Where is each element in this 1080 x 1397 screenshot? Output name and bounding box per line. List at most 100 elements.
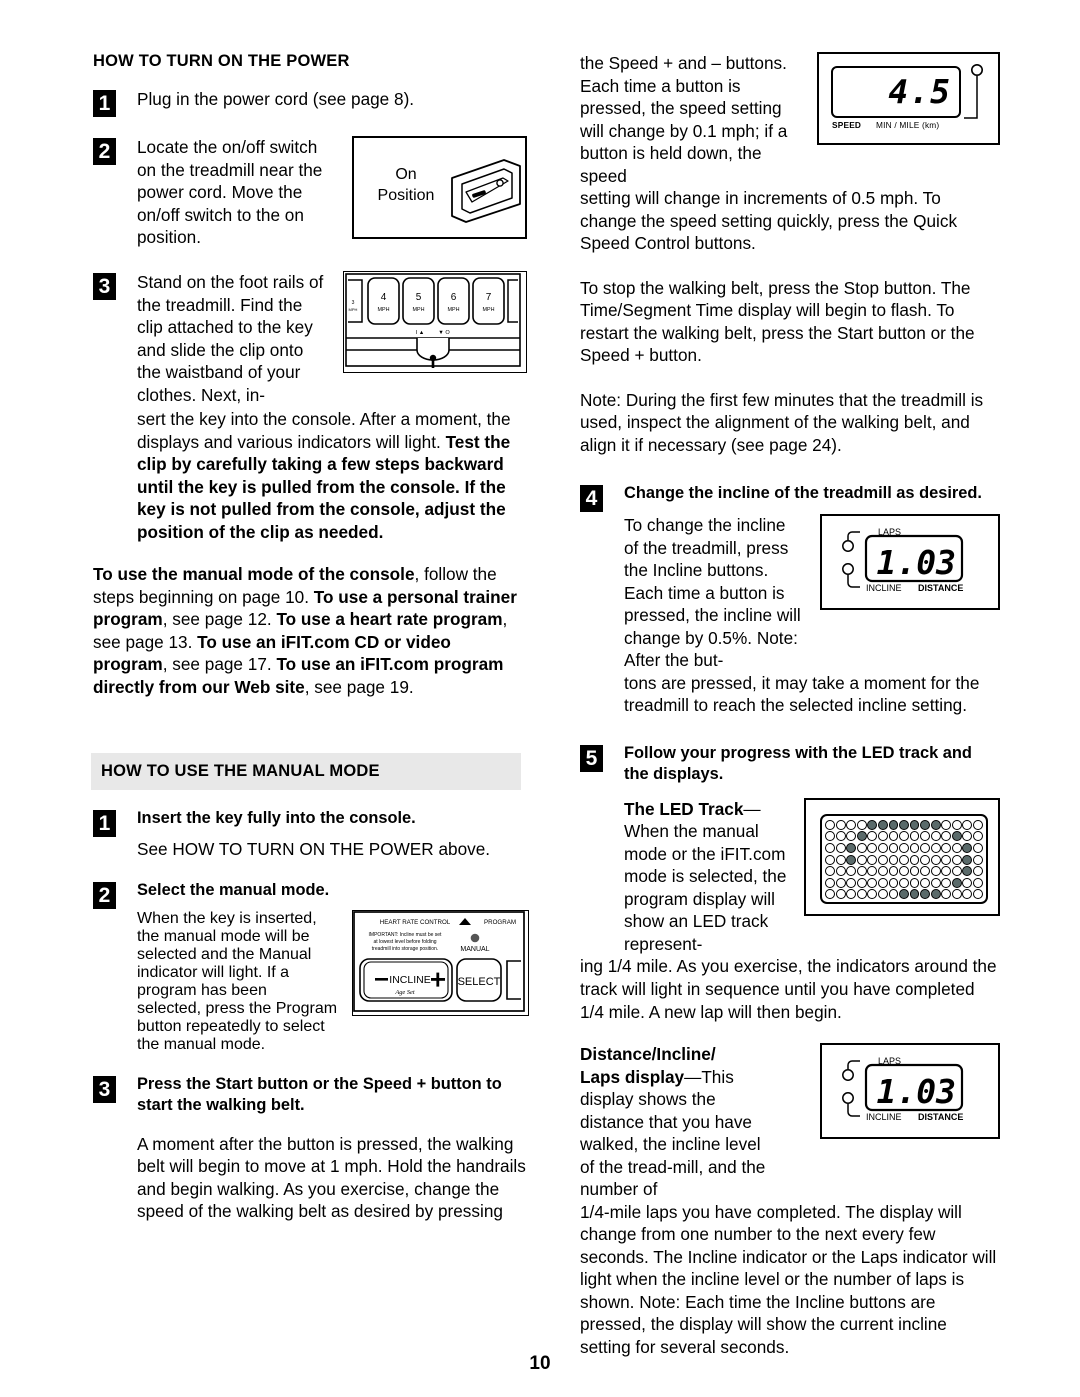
svg-text:MPH: MPH: [349, 307, 358, 312]
speed-paragraph-block: 4.5 SPEED MIN / MILE (km) the Speed + an…: [580, 52, 1000, 255]
speed-lcd-box: 4.5: [831, 66, 961, 118]
manual-step-2: 2 Select the manual mode.: [93, 880, 527, 910]
led-indicator: [909, 877, 920, 888]
led-indicator: [846, 854, 857, 865]
led-indicator: [941, 877, 952, 888]
led-indicator: [930, 819, 941, 830]
led-indicator: [825, 889, 836, 900]
led-indicator: [835, 831, 846, 842]
manual-step-number-3: 3: [93, 1075, 116, 1103]
distance-laps-icon: LAPS INCLINE DISTANCE 1.03: [842, 1056, 963, 1122]
svg-text:treadmill into storage positio: treadmill into storage position.: [372, 946, 438, 952]
min-mile-label: MIN / MILE (km): [876, 120, 940, 130]
led-indicator: [962, 889, 973, 900]
led-indicator: [930, 866, 941, 877]
led-indicator: [825, 819, 836, 830]
led-indicator: [878, 831, 888, 842]
svg-text:1.03: 1.03: [877, 1072, 956, 1111]
svg-text:DISTANCE: DISTANCE: [918, 583, 963, 593]
svg-text:at lowest level before folding: at lowest level before folding: [373, 939, 436, 945]
distance-label-line2: Laps display: [580, 1066, 685, 1087]
led-row: [825, 889, 983, 901]
led-indicator: [878, 842, 888, 853]
led-indicator: [941, 866, 952, 877]
led-indicator: [846, 831, 857, 842]
led-indicator: [972, 877, 983, 888]
led-indicator: [899, 842, 909, 853]
speed-paragraph-bottom: setting will change in increments of 0.5…: [580, 188, 958, 254]
mode-ifit-cd-text: , see page 17.: [162, 654, 277, 675]
manual-step-3-body: A moment after the button is pressed, th…: [137, 1133, 526, 1222]
step-2-power: 2 On Position Locate the on/off switch o…: [93, 136, 527, 249]
manual-step-2-block: HEART RATE CONTROL PROGRAM IMPORTANT: In…: [93, 909, 529, 1054]
manual-step-2-body-top: When the key is inserted, the manual mod…: [137, 909, 317, 999]
led-indicator: [951, 877, 962, 888]
distance-incline-laps-figure: LAPS INCLINE DISTANCE 1.03: [820, 1043, 1000, 1140]
svg-text:MPH: MPH: [448, 307, 460, 313]
manual-step-2-heading: Select the manual mode.: [137, 881, 330, 900]
led-indicator: [835, 866, 846, 877]
step-1-power: 1 Plug in the power cord (see page 8).: [93, 88, 527, 117]
stop-belt-paragraph: To stop the walking belt, press the Stop…: [580, 277, 975, 366]
led-indicator: [941, 889, 952, 900]
page-number: 10: [529, 1353, 551, 1374]
step-number-3: 3: [93, 272, 116, 300]
mode-trainer-text: , see page 12.: [162, 609, 277, 630]
led-indicator: [930, 889, 941, 900]
distance-display-text-top: Distance/Incline/Laps display—This displ…: [580, 1044, 766, 1200]
led-indicator: [962, 842, 973, 853]
step-3-power: 3 3 MPH 4 MPH 5 MPH 6 MPH 7 MPH I ▲ ▼ O …: [93, 270, 527, 543]
svg-text:SELECT: SELECT: [458, 976, 501, 988]
step-4-incline: 4 Change the incline of the treadmill as…: [580, 483, 1000, 512]
svg-text:MPH: MPH: [483, 307, 495, 313]
svg-text:6: 6: [451, 292, 457, 303]
led-indicator: [899, 819, 909, 830]
led-indicator: [972, 866, 983, 877]
led-indicator: [856, 819, 867, 830]
manual-step-number-1: 1: [93, 810, 116, 838]
led-indicator: [930, 842, 941, 853]
led-indicator: [878, 866, 888, 877]
led-indicator: [899, 854, 909, 865]
led-indicator: [888, 831, 899, 842]
led-indicator: [867, 866, 878, 877]
led-indicator: [856, 831, 867, 842]
led-indicator: [930, 854, 941, 865]
svg-text:INCLINE: INCLINE: [866, 583, 902, 593]
led-row: [825, 831, 983, 843]
svg-text:I ▲: I ▲: [416, 330, 425, 336]
led-indicator: [941, 842, 952, 853]
svg-text:1.03: 1.03: [877, 543, 956, 582]
speed-value: 4.5: [888, 72, 951, 111]
led-track-text-bottom: ing 1/4 mile. As you exercise, the indic…: [580, 956, 997, 1022]
led-track-panel: [820, 813, 988, 904]
led-indicator: [888, 877, 899, 888]
svg-text:INCLINE: INCLINE: [866, 1112, 902, 1122]
led-indicator: [825, 877, 836, 888]
led-indicator: [941, 819, 952, 830]
led-indicator: [941, 831, 952, 842]
distance-display-block: LAPS INCLINE DISTANCE 1.03 Distance/Incl…: [580, 1043, 1000, 1358]
svg-text:4: 4: [381, 292, 387, 303]
speed-buttons-console-figure: 3 MPH 4 MPH 5 MPH 6 MPH 7 MPH I ▲ ▼ O: [343, 270, 527, 373]
led-indicator: [835, 889, 846, 900]
svg-text:MPH: MPH: [378, 307, 390, 313]
mode-heartrate-label: To use a heart rate program: [276, 609, 503, 630]
alignment-note-paragraph: Note: During the first few minutes that …: [580, 389, 984, 455]
led-indicator: [962, 866, 973, 877]
svg-text:MPH: MPH: [413, 307, 425, 313]
led-indicator: [962, 831, 973, 842]
step-4-body-block: LAPS INCLINE DISTANCE 1.03 To change the…: [580, 513, 1000, 717]
led-indicator: [909, 889, 920, 900]
section-title-power: HOW TO TURN ON THE POWER: [93, 52, 350, 70]
led-indicator: [920, 889, 930, 900]
led-indicator: [846, 819, 857, 830]
led-indicator: [899, 877, 909, 888]
svg-text:▼ O: ▼ O: [438, 330, 450, 336]
svg-text:MANUAL: MANUAL: [460, 946, 489, 953]
led-indicator: [972, 831, 983, 842]
led-indicator: [909, 831, 920, 842]
led-indicator: [825, 854, 836, 865]
led-indicator: [835, 877, 846, 888]
mode-ifit-web-text: , see page 19.: [304, 677, 414, 698]
